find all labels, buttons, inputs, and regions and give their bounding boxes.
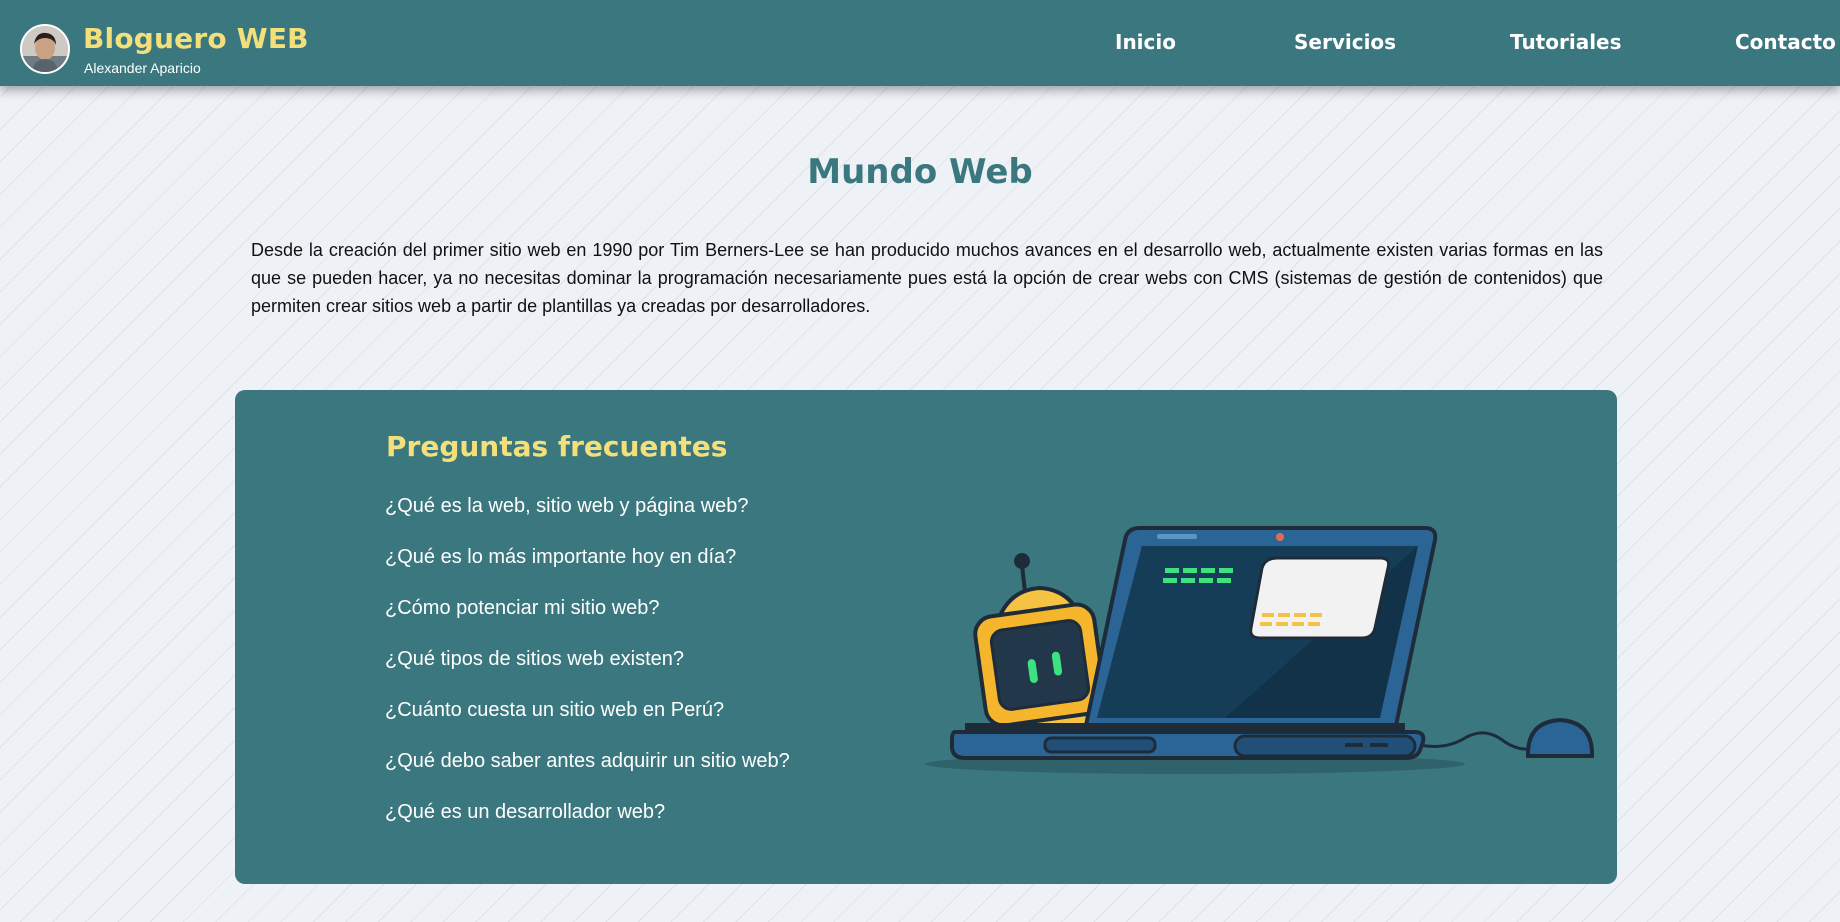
- faq-item[interactable]: ¿Cuánto cuesta un sitio web en Perú?: [385, 698, 790, 749]
- faq-section: Preguntas frecuentes ¿Qué es la web, sit…: [235, 390, 1617, 884]
- faq-title: Preguntas frecuentes: [386, 430, 728, 463]
- brand-subtitle: Alexander Aparicio: [84, 60, 201, 76]
- robot-laptop-illustration: [925, 510, 1615, 794]
- faq-item[interactable]: ¿Qué es la web, sitio web y página web?: [385, 494, 790, 545]
- faq-item[interactable]: ¿Cómo potenciar mi sitio web?: [385, 596, 790, 647]
- nav-inicio[interactable]: Inicio: [1115, 30, 1176, 54]
- avatar[interactable]: [20, 24, 70, 74]
- illustration-icon: [925, 526, 1595, 774]
- faq-item[interactable]: ¿Qué es lo más importante hoy en día?: [385, 545, 790, 596]
- nav-contacto[interactable]: Contacto: [1735, 30, 1836, 54]
- intro-paragraph: Desde la creación del primer sitio web e…: [251, 240, 1603, 316]
- page-title: Mundo Web: [807, 152, 1033, 192]
- faq-item[interactable]: ¿Qué tipos de sitios web existen?: [385, 647, 790, 698]
- faq-item[interactable]: ¿Qué debo saber antes adquirir un sitio …: [385, 749, 790, 800]
- nav-tutoriales[interactable]: Tutoriales: [1510, 30, 1622, 54]
- brand-title[interactable]: Bloguero WEB: [83, 22, 309, 55]
- faq-item[interactable]: ¿Qué es un desarrollador web?: [385, 800, 790, 851]
- faq-list: ¿Qué es la web, sitio web y página web? …: [385, 494, 790, 851]
- avatar-photo-icon: [22, 26, 68, 72]
- nav-servicios[interactable]: Servicios: [1294, 30, 1396, 54]
- site-header: Bloguero WEB Alexander Aparicio Inicio S…: [0, 0, 1840, 86]
